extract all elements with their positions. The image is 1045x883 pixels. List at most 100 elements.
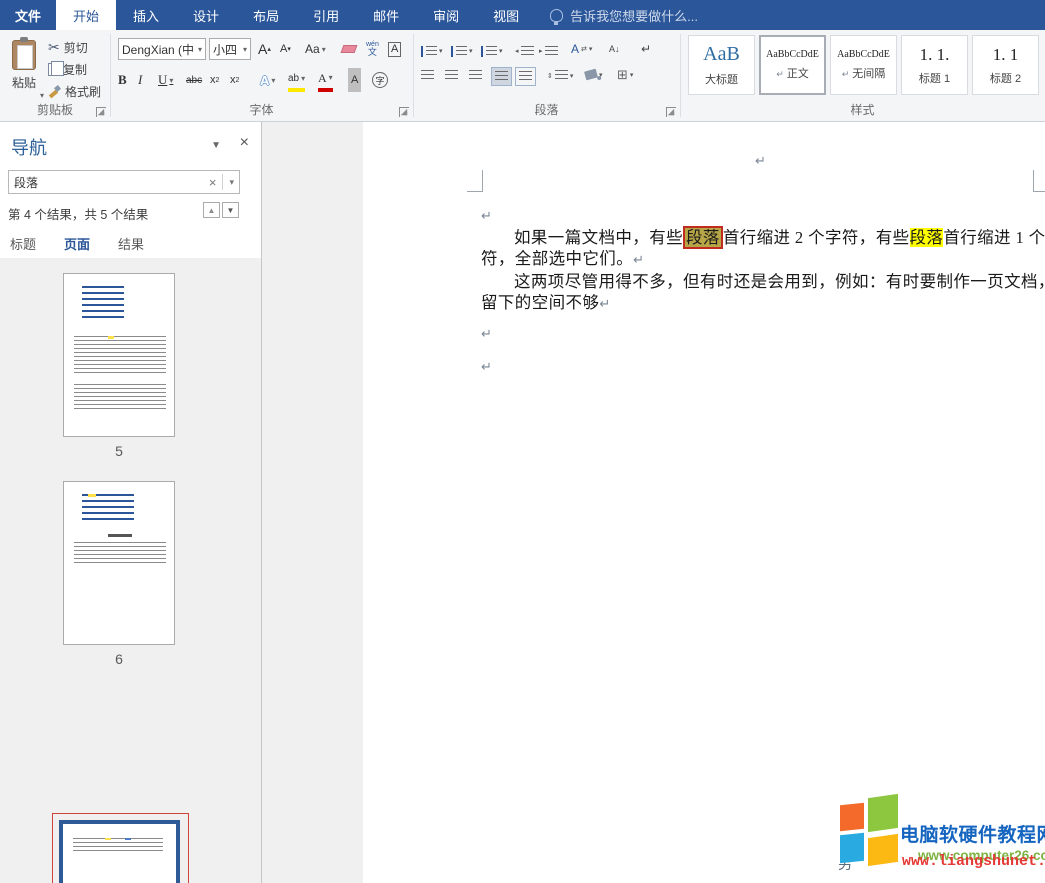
character-border-button[interactable]: A <box>388 38 401 60</box>
text-line: 符，全部选中它们。↵ <box>481 248 1043 271</box>
text-effects-button[interactable]: A▾ <box>260 68 275 92</box>
margin-crop-mark <box>467 170 483 192</box>
bold-button[interactable]: B <box>118 68 127 92</box>
font-color-button[interactable]: A▾ <box>318 68 333 92</box>
subscript-button[interactable]: x2 <box>210 68 219 92</box>
chevron-down-icon[interactable]: ▾ <box>196 45 202 54</box>
document-text[interactable]: ↵ 如果一篇文档中，有些段落首行缩进 2 个字符，有些段落首行缩进 1 个字 符… <box>481 194 1043 378</box>
distribute-button[interactable] <box>515 67 536 86</box>
margin-crop-mark <box>1033 170 1045 192</box>
document-search-input[interactable]: 段落 × ▾ <box>8 170 240 194</box>
style-label: ↵ 正文 <box>776 65 809 81</box>
style-heading2[interactable]: 1. 1 标题 2 <box>972 35 1039 95</box>
paragraph-mark: ↵ <box>481 206 492 227</box>
format-painter-button[interactable]: 格式刷 <box>48 80 101 102</box>
phonetic-guide-button[interactable]: wén 文 <box>366 38 379 60</box>
style-no-spacing[interactable]: AaBbCcDdE ↵ 无间隔 <box>830 35 897 95</box>
thumbnail-page-number: 5 <box>63 443 175 459</box>
font-name-combobox[interactable]: DengXian (中 ▾ <box>118 38 206 60</box>
next-result-button[interactable]: ▼ <box>222 202 239 218</box>
shrink-font-label: A <box>280 43 287 55</box>
multilevel-list-button[interactable]: ▾ <box>481 40 503 62</box>
highlight-label: ab <box>288 73 299 84</box>
asian-layout-button[interactable]: A⇄▾ <box>571 38 592 60</box>
previous-result-button[interactable]: ▲ <box>203 202 220 218</box>
paste-button[interactable]: 粘贴 ▾ <box>4 36 44 102</box>
navigation-pane-menu-arrow[interactable]: ▼ <box>211 140 221 151</box>
bullets-button[interactable]: ▾ <box>421 40 443 62</box>
document-page[interactable]: ↵ ↵ 如果一篇文档中，有些段落首行缩进 2 个字符，有些段落首行缩进 1 个字… <box>363 122 1045 883</box>
style-heading1[interactable]: 1. 1. 标题 1 <box>901 35 968 95</box>
sort-button[interactable]: A↓ <box>609 38 620 60</box>
cut-button[interactable]: ✂ 剪切 <box>48 36 88 58</box>
search-options-arrow[interactable]: ▾ <box>222 174 234 190</box>
text-highlight-button[interactable]: ab▾ <box>288 68 305 92</box>
strikethrough-button[interactable]: abc <box>186 68 202 92</box>
thumb-highlight-mark <box>108 336 114 339</box>
chevron-down-icon[interactable]: ▾ <box>241 45 247 54</box>
logo-square-blue <box>840 833 864 864</box>
align-center-icon <box>445 70 458 81</box>
thumb-text-lines <box>74 336 166 374</box>
tab-file[interactable]: 文件 <box>0 0 56 30</box>
style-normal[interactable]: AaBbCcDdE ↵ 正文 <box>759 35 826 95</box>
superscript-button[interactable]: x2 <box>230 68 239 92</box>
text-line: 如果一篇文档中，有些段落首行缩进 2 个字符，有些段落首行缩进 1 个字 <box>481 227 1043 248</box>
tab-review[interactable]: 审阅 <box>416 0 476 30</box>
tab-references[interactable]: 引用 <box>296 0 356 30</box>
grow-font-button[interactable]: A <box>258 38 271 60</box>
thumb-text-lines <box>74 384 166 410</box>
paint-bucket-icon <box>584 69 598 81</box>
tab-home[interactable]: 开始 <box>56 0 116 30</box>
watermark-site-name: 电脑软硬件教程网 <box>900 820 1045 847</box>
font-dialog-launcher[interactable] <box>399 107 409 117</box>
tab-layout[interactable]: 布局 <box>236 0 296 30</box>
thumbnail-page-5[interactable] <box>63 273 175 437</box>
arrow-right-icon: ▸ <box>539 47 543 55</box>
page-thumbnails-panel[interactable]: 5 6 7 <box>0 258 261 883</box>
enclose-characters-button[interactable]: 字 <box>372 68 388 92</box>
paste-dropdown-arrow[interactable]: ▾ <box>38 91 44 100</box>
style-title[interactable]: AaB 大标题 <box>688 35 755 95</box>
decrease-indent-button[interactable]: ◂ <box>515 40 534 62</box>
thumbnail-page-6[interactable] <box>63 481 175 645</box>
tab-insert[interactable]: 插入 <box>116 0 176 30</box>
change-case-button[interactable]: Aa▾ <box>305 38 326 60</box>
clear-search-icon[interactable]: × <box>203 175 223 190</box>
group-styles: AaB 大标题 AaBbCcDdE ↵ 正文 AaBbCcDdE ↵ 无间隔 1… <box>680 30 1045 121</box>
thumbnail-page-7-selected[interactable] <box>59 820 180 883</box>
underline-button[interactable]: U▾ <box>158 68 173 92</box>
navigation-pane-close-button[interactable]: × <box>240 134 249 152</box>
paragraph-dialog-launcher[interactable] <box>666 107 676 117</box>
shrink-font-button[interactable]: A <box>280 38 291 60</box>
format-painter-label: 格式刷 <box>65 83 101 100</box>
group-font: DengXian (中 ▾ 小四 ▾ A A Aa▾ wén 文 A B I U… <box>110 30 413 121</box>
styles-group-label: 样式 <box>680 101 1045 118</box>
character-shading-button[interactable]: A <box>348 68 361 92</box>
increase-indent-button[interactable]: ▸ <box>539 40 558 62</box>
align-left-button[interactable] <box>421 70 434 81</box>
font-size-combobox[interactable]: 小四 ▾ <box>209 38 251 60</box>
clipboard-dialog-launcher[interactable] <box>96 107 106 117</box>
text-line: 留下的空间不够↵ <box>481 292 1043 315</box>
tab-design[interactable]: 设计 <box>176 0 236 30</box>
align-center-button[interactable] <box>445 70 458 81</box>
align-right-button[interactable] <box>469 70 482 81</box>
sort-icon: A↓ <box>609 45 620 54</box>
indent-lines-icon <box>521 46 534 57</box>
justify-button[interactable] <box>491 67 512 86</box>
line-spacing-button[interactable]: ⇕▾ <box>547 70 573 81</box>
tab-mailings[interactable]: 邮件 <box>356 0 416 30</box>
character-border-label: A <box>388 42 401 57</box>
clear-formatting-button[interactable] <box>342 38 356 60</box>
numbering-button[interactable]: ▾ <box>451 40 473 62</box>
tell-me-box[interactable]: 告诉我您想要做什么... <box>550 0 698 30</box>
group-clipboard: 粘贴 ▾ ✂ 剪切 复制 格式刷 剪贴板 <box>0 30 110 121</box>
character-shading-label: A <box>351 74 358 86</box>
italic-button[interactable]: I <box>138 68 142 92</box>
borders-button[interactable]: ⊞▾ <box>617 68 633 81</box>
copy-button[interactable]: 复制 <box>48 58 87 80</box>
shading-button[interactable]: ▾ <box>585 70 603 79</box>
tab-view[interactable]: 视图 <box>476 0 536 30</box>
show-hide-marks-button[interactable]: ↵ <box>641 38 651 60</box>
